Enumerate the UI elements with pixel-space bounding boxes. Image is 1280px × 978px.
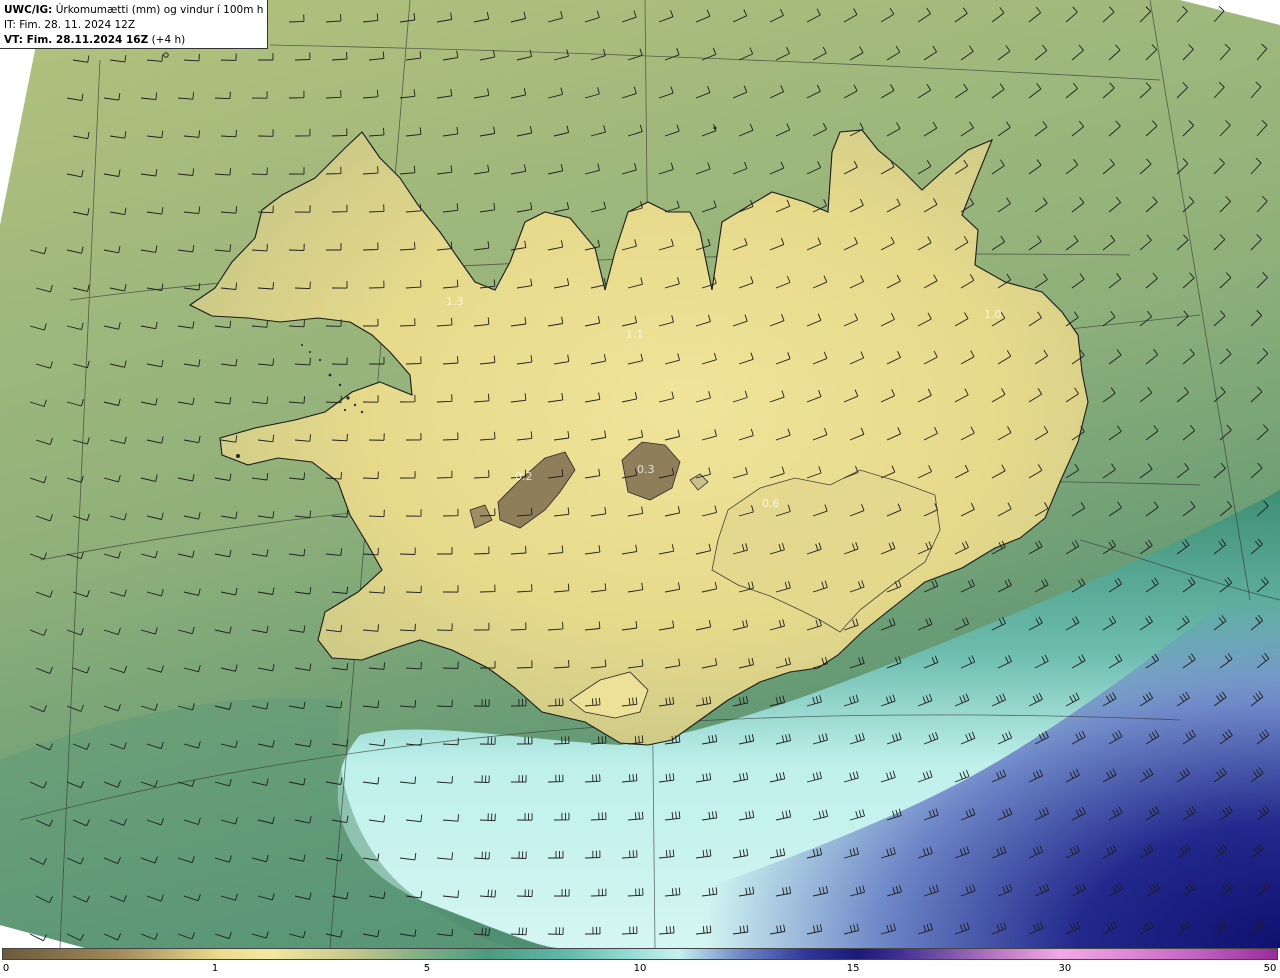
colorbar-strip bbox=[2, 948, 1278, 960]
lead-time: (+4 h) bbox=[148, 34, 186, 46]
issue-time: IT: Fim. 28. 11. 2024 12Z bbox=[4, 19, 136, 31]
title-line: UWC/IG: Úrkomumætti (mm) og vindur í 100… bbox=[4, 3, 263, 18]
colorbar-tick-label: 10 bbox=[633, 963, 647, 974]
map-value-label: 1.1 bbox=[626, 328, 644, 341]
valid-time-line: VT: Fim. 28.11.2024 16Z (+4 h) bbox=[4, 33, 263, 48]
colorbar-tick-label: 0 bbox=[2, 963, 10, 974]
model-name: UWC/IG: bbox=[4, 4, 53, 16]
map-value-label: 0.3 bbox=[637, 463, 655, 476]
map-value-label: 1.3 bbox=[446, 295, 464, 308]
forecast-info-box: UWC/IG: Úrkomumætti (mm) og vindur í 100… bbox=[0, 0, 268, 49]
map-value-label: 0.2 bbox=[515, 470, 533, 483]
colorbar-tick-label: 50 bbox=[1263, 963, 1277, 974]
colorbar-tick-label: 1 bbox=[211, 963, 219, 974]
valid-time: VT: Fim. 28.11.2024 16Z bbox=[4, 34, 149, 46]
colorbar-tick-label: 5 bbox=[423, 963, 431, 974]
map-value-label: 0.6 bbox=[762, 497, 780, 510]
product-title: Úrkomumætti (mm) og vindur í 100m hæð bbox=[52, 4, 263, 16]
forecast-map: 0.3 0.6 1.0 0.2 1.1 1.3 bbox=[0, 0, 1280, 948]
colorbar-tick-label: 30 bbox=[1058, 963, 1072, 974]
map-value-label: 1.0 bbox=[984, 308, 1002, 321]
colorbar: 0 1 5 10 15 30 50 bbox=[0, 948, 1280, 978]
colorbar-tick-label: 15 bbox=[846, 963, 860, 974]
